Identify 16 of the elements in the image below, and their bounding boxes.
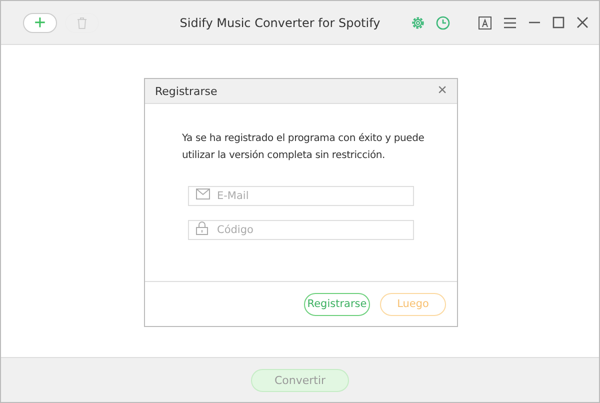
add-button[interactable]: +: [23, 12, 57, 32]
dialog-title: Registrarse: [155, 84, 218, 98]
input-field[interactable]: E-Mail: [188, 186, 414, 206]
menu-icon[interactable]: [503, 16, 517, 28]
envelope-icon: [196, 188, 210, 200]
later-button[interactable]: Luego: [380, 292, 446, 316]
window-title: Sidify Music Converter for Spotify: [178, 16, 382, 30]
register-button[interactable]: Registrarse: [304, 292, 370, 316]
close-button[interactable]: ×: [438, 83, 447, 99]
maximize-icon[interactable]: [552, 16, 565, 29]
input-field[interactable]: Código: [188, 220, 414, 240]
lock-icon: [196, 221, 208, 235]
trash-icon: [77, 16, 87, 28]
message-text: Ya se ha registrado el programa con éxito y puede utilizar la versión completa sin restricción.: [182, 132, 426, 163]
close-icon[interactable]: [576, 16, 589, 29]
font-icon[interactable]: [478, 16, 492, 30]
